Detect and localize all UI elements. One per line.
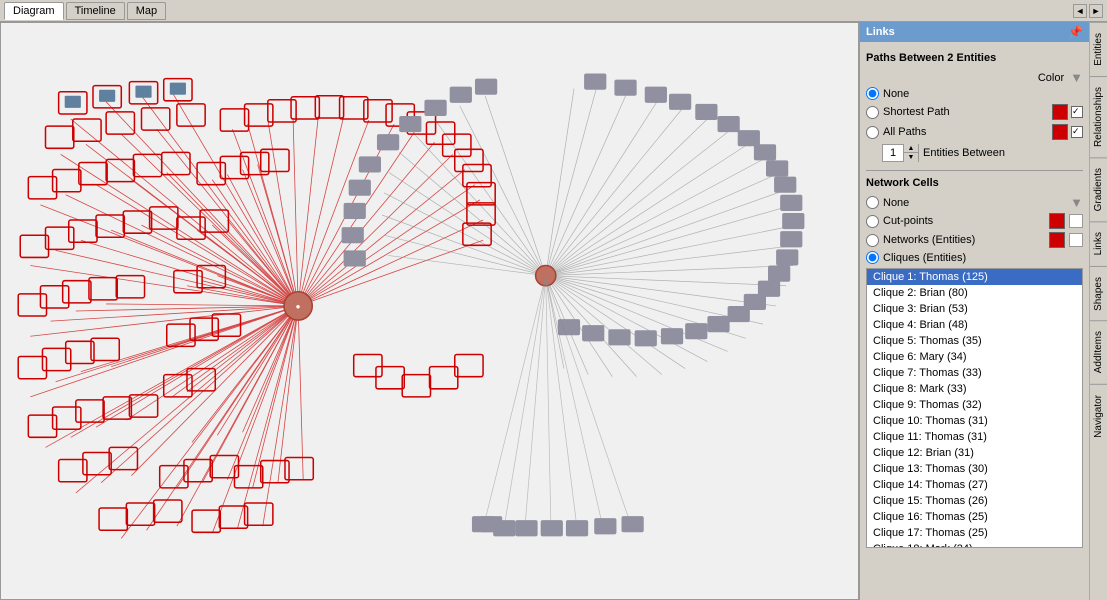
paths-allpaths-label: All Paths (883, 126, 926, 138)
clique-item[interactable]: Clique 2: Brian (80) (867, 285, 1082, 301)
vtab-item-shapes[interactable]: Shapes (1090, 266, 1107, 321)
clique-item[interactable]: Clique 10: Thomas (31) (867, 413, 1082, 429)
spinner-value: 1 (883, 147, 903, 159)
tab-map[interactable]: Map (127, 2, 166, 20)
panel-content: Paths Between 2 Entities Color ▼ None Sh… (860, 42, 1089, 600)
nc-networks-label: Networks (Entities) (883, 234, 975, 246)
nc-cliques-row: Cliques (Entities) (866, 251, 1083, 264)
clique-item[interactable]: Clique 11: Thomas (31) (867, 429, 1082, 445)
spinner-arrows: ▲ ▼ (903, 144, 918, 162)
nav-left-arrow[interactable]: ◄ (1073, 4, 1087, 18)
vtab-item-links[interactable]: Links (1090, 221, 1107, 265)
networks-checkbox-swatch[interactable] (1069, 233, 1083, 247)
shortest-path-checkbox[interactable] (1071, 106, 1083, 118)
paths-allpaths-radio[interactable] (866, 126, 879, 139)
nc-cliques-radio[interactable] (866, 251, 879, 264)
clique-item[interactable]: Clique 15: Thomas (26) (867, 493, 1082, 509)
paths-shortest-radio[interactable] (866, 106, 879, 119)
clique-item[interactable]: Clique 3: Brian (53) (867, 301, 1082, 317)
vtab-item-gradients[interactable]: Gradients (1090, 157, 1107, 221)
diagram-area[interactable]: ● (0, 22, 859, 600)
clique-item[interactable]: Clique 9: Thomas (32) (867, 397, 1082, 413)
nav-arrows: ◄ ► (1073, 4, 1103, 18)
spinner-up[interactable]: ▲ (904, 144, 918, 153)
clique-item[interactable]: Clique 12: Brian (31) (867, 445, 1082, 461)
nc-filter-icon: ▼ (1070, 195, 1083, 210)
paths-allpaths-row: All Paths (866, 124, 1083, 140)
nc-none-radio[interactable] (866, 196, 879, 209)
vtab-item-navigator[interactable]: Navigator (1090, 384, 1107, 448)
tab-diagram[interactable]: Diagram (4, 2, 64, 20)
right-panel-outer: Links 📌 Paths Between 2 Entities Color ▼… (859, 22, 1107, 600)
nc-none-label: None (883, 197, 909, 209)
cliques-list: Clique 1: Thomas (125)Clique 2: Brian (8… (866, 268, 1083, 548)
clique-item[interactable]: Clique 6: Mary (34) (867, 349, 1082, 365)
nc-cutpoints-label: Cut-points (883, 215, 933, 227)
section-divider-1 (866, 170, 1083, 171)
paths-shortest-label: Shortest Path (883, 106, 950, 118)
nav-right-arrow[interactable]: ► (1089, 4, 1103, 18)
shortest-path-color[interactable] (1052, 104, 1068, 120)
top-bar: Diagram Timeline Map ◄ ► (0, 0, 1107, 22)
clique-item[interactable]: Clique 5: Thomas (35) (867, 333, 1082, 349)
allpaths-color[interactable] (1052, 124, 1068, 140)
cutpoints-checkbox-swatch[interactable] (1069, 214, 1083, 228)
panel-title: Links (866, 26, 895, 38)
clique-item[interactable]: Clique 7: Thomas (33) (867, 365, 1082, 381)
allpaths-checkbox[interactable] (1071, 126, 1083, 138)
vtab-item-entities[interactable]: Entities (1090, 22, 1107, 76)
paths-none-row: None (866, 87, 1083, 100)
clique-item[interactable]: Clique 18: Mark (24) (867, 541, 1082, 548)
spinner-down[interactable]: ▼ (904, 153, 918, 162)
main-content: ● (0, 22, 1107, 600)
vtab-item-additems[interactable]: AddItems (1090, 320, 1107, 383)
paths-shortest-row: Shortest Path (866, 104, 1083, 120)
nc-cutpoints-row: Cut-points (866, 213, 1083, 229)
entities-between-row: 1 ▲ ▼ Entities Between (882, 144, 1083, 162)
right-panel: Links 📌 Paths Between 2 Entities Color ▼… (859, 22, 1089, 600)
clique-item[interactable]: Clique 13: Thomas (30) (867, 461, 1082, 477)
color-header-label: Color (1038, 72, 1064, 84)
nc-networks-radio[interactable] (866, 234, 879, 247)
clique-item[interactable]: Clique 14: Thomas (27) (867, 477, 1082, 493)
networks-color[interactable] (1049, 232, 1065, 248)
entities-between-label: Entities Between (923, 147, 1005, 159)
nc-cliques-label: Cliques (Entities) (883, 252, 966, 264)
paths-section-title: Paths Between 2 Entities (866, 52, 1083, 64)
clique-item[interactable]: Clique 16: Thomas (25) (867, 509, 1082, 525)
panel-pin-icon[interactable]: 📌 (1068, 25, 1083, 39)
paths-none-label: None (883, 88, 909, 100)
nc-networks-row: Networks (Entities) (866, 232, 1083, 248)
tab-timeline[interactable]: Timeline (66, 2, 125, 20)
svg-text:●: ● (296, 302, 301, 311)
panel-header: Links 📌 (860, 22, 1089, 42)
entities-spinner[interactable]: 1 ▲ ▼ (882, 144, 919, 162)
clique-item[interactable]: Clique 17: Thomas (25) (867, 525, 1082, 541)
nc-cutpoints-radio[interactable] (866, 215, 879, 228)
clique-item[interactable]: Clique 1: Thomas (125) (867, 269, 1082, 285)
paths-none-radio[interactable] (866, 87, 879, 100)
vtabs-container: EntitiesRelationshipsGradientsLinksShape… (1089, 22, 1107, 600)
clique-item[interactable]: Clique 4: Brian (48) (867, 317, 1082, 333)
cutpoints-color[interactable] (1049, 213, 1065, 229)
clique-item[interactable]: Clique 8: Mark (33) (867, 381, 1082, 397)
filter-icon: ▼ (1070, 70, 1083, 85)
network-cells-title: Network Cells (866, 177, 1083, 189)
nc-none-row: None ▼ (866, 195, 1083, 210)
vtab-item-relationships[interactable]: Relationships (1090, 76, 1107, 157)
